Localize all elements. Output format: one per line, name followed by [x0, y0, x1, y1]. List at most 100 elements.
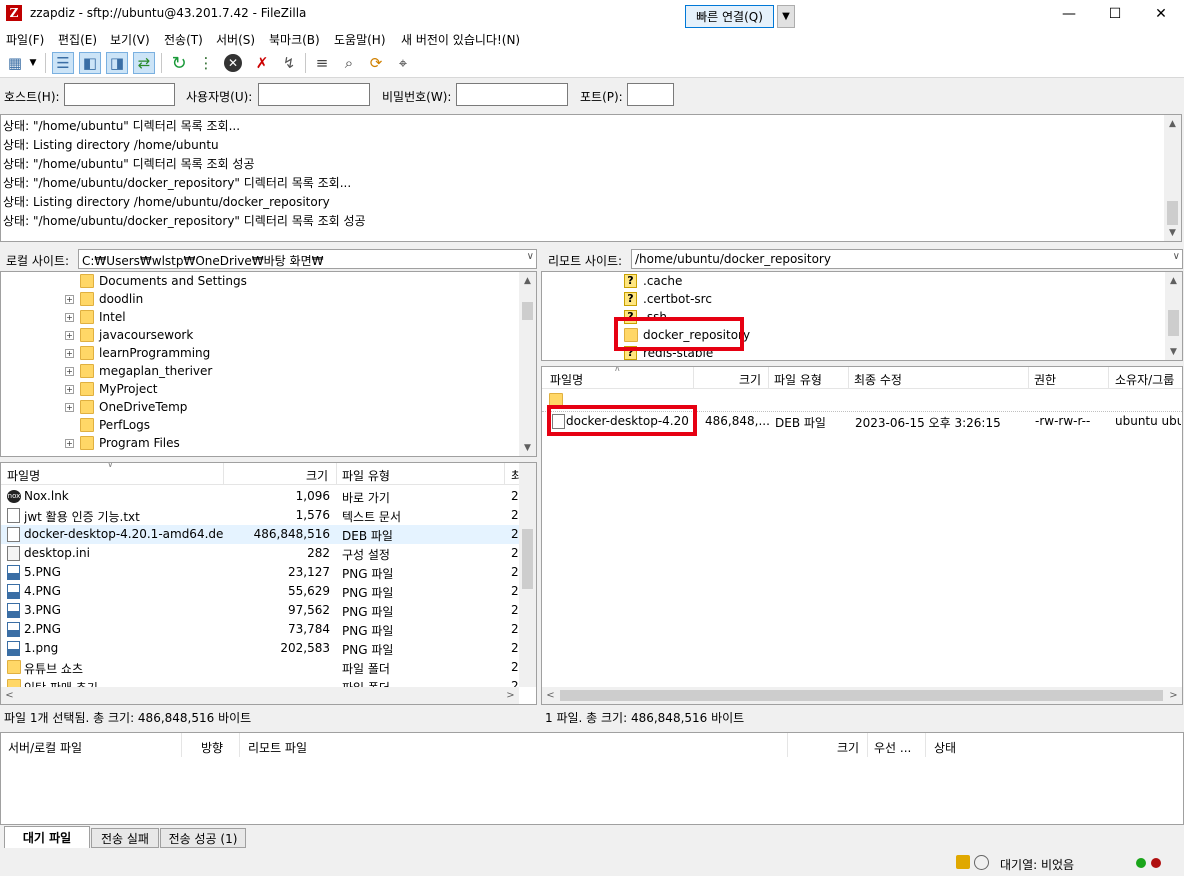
table-row[interactable]: 4.PNG 55,629 PNG 파일 2	[1, 582, 519, 601]
tab-successful-transfers[interactable]: 전송 성공 (1)	[160, 828, 246, 848]
menu-bookmarks[interactable]: 북마크(B)	[269, 31, 320, 48]
table-row[interactable]: docker-desktop-4.20.1-amd64.deb 486,848,5…	[1, 525, 519, 544]
remote-path-input[interactable]: /home/ubuntu/docker_repository ∨	[631, 249, 1183, 269]
table-row[interactable]: 2.PNG 73,784 PNG 파일 2	[1, 620, 519, 639]
table-row[interactable]: 3.PNG 97,562 PNG 파일 2	[1, 601, 519, 620]
tree-item[interactable]: ? .cache	[624, 272, 682, 290]
tree-item[interactable]: + doodlin	[65, 290, 143, 308]
column-type[interactable]: 파일 유형	[774, 371, 822, 388]
tree-item[interactable]: + OneDriveTemp	[65, 398, 187, 416]
column-filename[interactable]: 파일명	[7, 467, 40, 484]
column-modified[interactable]: 최종 수정	[854, 371, 902, 388]
menu-transfer[interactable]: 전송(T)	[164, 31, 203, 48]
remote-tree-icon[interactable]: ◨	[106, 52, 128, 74]
filter-icon[interactable]: ≡	[311, 52, 333, 74]
cancel-icon[interactable]: ✕	[222, 52, 244, 74]
scroll-left-icon[interactable]: <	[542, 687, 559, 704]
scroll-thumb[interactable]	[560, 690, 1163, 701]
minimize-button[interactable]: —	[1046, 0, 1092, 28]
tab-failed-transfers[interactable]: 전송 실패	[91, 828, 159, 848]
queue-column-status[interactable]: 상태	[934, 739, 956, 756]
expand-icon[interactable]: +	[65, 294, 74, 304]
tree-item[interactable]: PerfLogs	[65, 416, 150, 434]
scroll-thumb[interactable]	[1168, 310, 1179, 336]
search-icon[interactable]: ⌖	[392, 52, 414, 74]
expand-icon[interactable]: +	[65, 438, 74, 448]
expand-icon[interactable]: +	[65, 384, 74, 394]
close-button[interactable]: ✕	[1138, 0, 1184, 28]
scroll-up-icon[interactable]: ▲	[1164, 115, 1181, 132]
local-path-input[interactable]: C:₩Users₩wlstp₩OneDrive₩바탕 화면₩ ∨	[78, 249, 537, 269]
local-list-scrollbar[interactable]	[519, 463, 536, 687]
tree-item[interactable]: Documents and Settings	[65, 272, 247, 290]
remote-tree-scrollbar[interactable]: ▲ ▼	[1165, 272, 1182, 360]
scroll-down-icon[interactable]: ▼	[1165, 343, 1182, 360]
reconnect-icon[interactable]: ↯	[278, 52, 300, 74]
message-log-icon[interactable]: ☰	[52, 52, 74, 74]
column-size[interactable]: 크기	[306, 467, 328, 484]
port-input[interactable]	[627, 83, 674, 106]
menu-server[interactable]: 서버(S)	[216, 31, 255, 48]
tree-item[interactable]: + Program Files	[65, 434, 180, 452]
expand-icon[interactable]: +	[65, 366, 74, 376]
tree-item[interactable]: ? .certbot-src	[624, 290, 712, 308]
quick-connect-history-dropdown[interactable]: ▼	[777, 5, 795, 28]
queue-column-local[interactable]: 서버/로컬 파일	[8, 739, 82, 756]
local-tree-scrollbar[interactable]: ▲ ▼	[519, 272, 536, 456]
refresh-icon[interactable]: ↻	[168, 52, 190, 74]
column-size[interactable]: 크기	[739, 371, 761, 388]
local-list-hscrollbar[interactable]: < >	[1, 687, 519, 704]
process-queue-icon[interactable]: ⋮	[195, 52, 217, 74]
column-filename[interactable]: 파일명	[550, 371, 583, 388]
tree-item[interactable]: + learnProgramming	[65, 344, 210, 362]
menu-help[interactable]: 도움말(H)	[334, 31, 386, 48]
username-input[interactable]	[258, 83, 370, 106]
host-input[interactable]	[64, 83, 175, 106]
table-row[interactable]: desktop.ini 282 구성 설정 2	[1, 544, 519, 563]
table-row[interactable]: jwt 활용 인증 기능.txt 1,576 텍스트 문서 2	[1, 506, 519, 525]
menu-file[interactable]: 파일(F)	[6, 31, 44, 48]
transfer-queue-icon[interactable]: ⇄	[133, 52, 155, 74]
tree-item[interactable]: + javacoursework	[65, 326, 193, 344]
queue-column-remote[interactable]: 리모트 파일	[248, 739, 307, 756]
queue-column-direction[interactable]: 방향	[201, 739, 223, 756]
table-row[interactable]: 5.PNG 23,127 PNG 파일 2	[1, 563, 519, 582]
maximize-button[interactable]: ☐	[1092, 0, 1138, 28]
site-manager-icon[interactable]: ▦	[4, 52, 26, 74]
chevron-down-icon[interactable]: ∨	[1173, 251, 1180, 262]
expand-icon[interactable]: +	[65, 312, 74, 322]
column-permissions[interactable]: 권한	[1034, 371, 1056, 388]
password-input[interactable]	[456, 83, 568, 106]
table-row[interactable]: nox Nox.lnk 1,096 바로 가기 2	[1, 487, 519, 506]
local-tree-icon[interactable]: ◧	[79, 52, 101, 74]
dropdown-icon[interactable]: ▼	[26, 52, 40, 74]
log-scrollbar[interactable]: ▲ ▼	[1164, 115, 1181, 241]
tab-queued-files[interactable]: 대기 파일	[4, 826, 90, 848]
scroll-up-icon[interactable]: ▲	[519, 272, 536, 289]
scroll-thumb[interactable]	[1167, 201, 1178, 225]
scroll-right-icon[interactable]: >	[1165, 687, 1182, 704]
column-type[interactable]: 파일 유형	[342, 467, 390, 484]
scroll-thumb[interactable]	[522, 302, 533, 320]
chevron-down-icon[interactable]: ∨	[527, 251, 534, 262]
scroll-down-icon[interactable]: ▼	[1164, 224, 1181, 241]
menu-view[interactable]: 보기(V)	[110, 31, 150, 48]
expand-icon[interactable]: +	[65, 330, 74, 340]
expand-icon[interactable]: +	[65, 402, 74, 412]
scroll-thumb[interactable]	[522, 529, 533, 589]
speed-limit-icon[interactable]	[974, 855, 989, 870]
scroll-up-icon[interactable]: ▲	[1165, 272, 1182, 289]
scroll-down-icon[interactable]: ▼	[519, 439, 536, 456]
quick-connect-button[interactable]: 빠른 연결(Q)	[685, 5, 774, 28]
scroll-left-icon[interactable]: <	[1, 687, 18, 704]
scroll-right-icon[interactable]: >	[502, 687, 519, 704]
tree-item[interactable]: + Intel	[65, 308, 126, 326]
table-row[interactable]: 유튜브 쇼츠 파일 폴더 2	[1, 658, 519, 677]
table-row[interactable]: 1.png 202,583 PNG 파일 2	[1, 639, 519, 658]
tree-item[interactable]: + MyProject	[65, 380, 158, 398]
sync-browse-icon[interactable]: ⟳	[365, 52, 387, 74]
compare-icon[interactable]: ⌕	[338, 52, 360, 74]
menu-edit[interactable]: 편집(E)	[58, 31, 97, 48]
disconnect-icon[interactable]: ✗	[251, 52, 273, 74]
queue-column-size[interactable]: 크기	[837, 739, 859, 756]
